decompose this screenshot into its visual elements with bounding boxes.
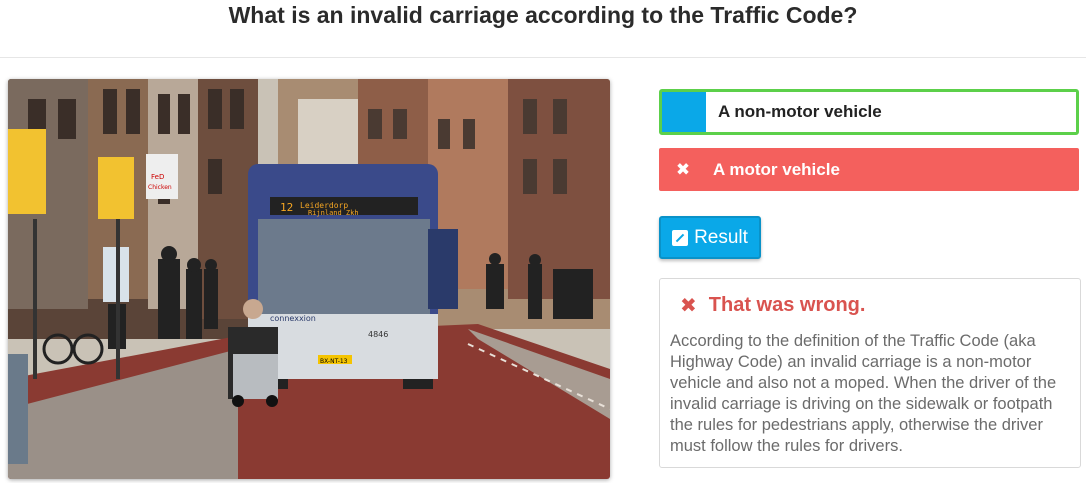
answer-label: A non-motor vehicle bbox=[718, 102, 882, 121]
answer-option-1[interactable]: A non-motor vehicle bbox=[659, 89, 1079, 135]
svg-text:12: 12 bbox=[280, 201, 293, 214]
result-button[interactable]: Result bbox=[659, 216, 761, 259]
feedback-panel: ✖ That was wrong. According to the defin… bbox=[659, 278, 1081, 468]
svg-text:4846: 4846 bbox=[368, 330, 388, 339]
svg-text:BX-NT-13: BX-NT-13 bbox=[320, 358, 348, 365]
feedback-header: ✖ That was wrong. bbox=[670, 293, 1070, 318]
answer-color-swatch bbox=[662, 92, 706, 132]
answer-option-2[interactable]: ✖ A motor vehicle bbox=[659, 148, 1079, 191]
divider bbox=[0, 57, 1086, 58]
svg-text:FeD: FeD bbox=[151, 173, 164, 181]
question-title: What is an invalid carriage according to… bbox=[228, 2, 858, 28]
x-icon: ✖ bbox=[680, 295, 697, 317]
x-icon: ✖ bbox=[675, 159, 691, 179]
question-photo: 12 Leiderdorp Rijnland Zkh connexxion 48… bbox=[8, 79, 610, 479]
feedback-explanation: According to the definition of the Traff… bbox=[670, 332, 1057, 455]
feedback-title: That was wrong. bbox=[708, 294, 866, 316]
external-link-icon bbox=[672, 229, 689, 246]
result-button-label: Result bbox=[694, 226, 748, 248]
svg-text:connexxion: connexxion bbox=[270, 314, 316, 323]
svg-text:Rijnland Zkh: Rijnland Zkh bbox=[308, 209, 359, 217]
svg-text:Chicken: Chicken bbox=[148, 184, 172, 191]
answer-label: A motor vehicle bbox=[713, 159, 840, 179]
